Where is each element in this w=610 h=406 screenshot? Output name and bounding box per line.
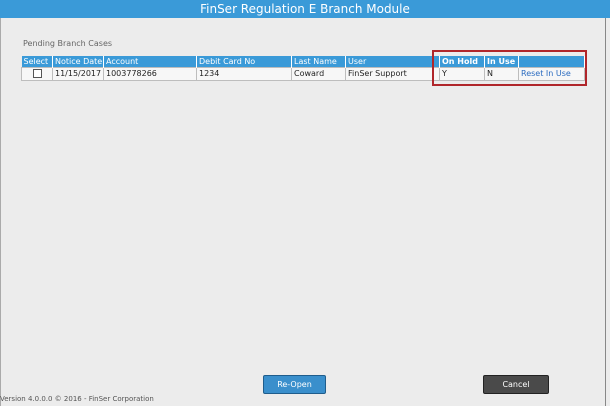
window-frame-right: [605, 18, 606, 406]
window-title: FinSer Regulation E Branch Module: [200, 2, 410, 16]
header-select: Select: [21, 56, 53, 68]
header-user: User: [345, 56, 440, 68]
cell-debit-card: 1234: [196, 67, 292, 81]
window-frame-left: [0, 18, 1, 406]
header-debit-card: Debit Card No: [196, 56, 292, 68]
header-on-hold: On Hold: [439, 56, 485, 68]
cell-action: Reset In Use: [518, 67, 585, 81]
cell-on-hold: Y: [439, 67, 485, 81]
cell-in-use: N: [484, 67, 519, 81]
pending-cases-table: Select Notice Date Account Debit Card No…: [21, 56, 585, 81]
cell-last-name: Coward: [291, 67, 346, 81]
header-notice-date: Notice Date: [52, 56, 104, 68]
cell-account: 1003778266: [103, 67, 197, 81]
select-checkbox[interactable]: [32, 69, 42, 78]
cancel-button[interactable]: Cancel: [483, 375, 549, 394]
version-footer: Version 4.0.0.0 © 2016 - FinSer Corporat…: [0, 395, 154, 403]
cell-notice-date: 11/15/2017: [52, 67, 104, 81]
select-cell: [21, 67, 53, 81]
cell-user: FinSer Support: [345, 67, 440, 81]
reopen-button[interactable]: Re-Open: [263, 375, 326, 394]
reset-in-use-link[interactable]: Reset In Use: [521, 69, 571, 78]
window-title-bar: FinSer Regulation E Branch Module: [0, 0, 610, 18]
header-in-use: In Use: [484, 56, 519, 68]
table-header-row: Select Notice Date Account Debit Card No…: [21, 56, 585, 68]
table-row: 11/15/2017 1003778266 1234 Coward FinSer…: [21, 67, 585, 81]
header-last-name: Last Name: [291, 56, 346, 68]
header-action: [518, 56, 585, 68]
header-account: Account: [103, 56, 197, 68]
section-label: Pending Branch Cases: [23, 39, 113, 48]
